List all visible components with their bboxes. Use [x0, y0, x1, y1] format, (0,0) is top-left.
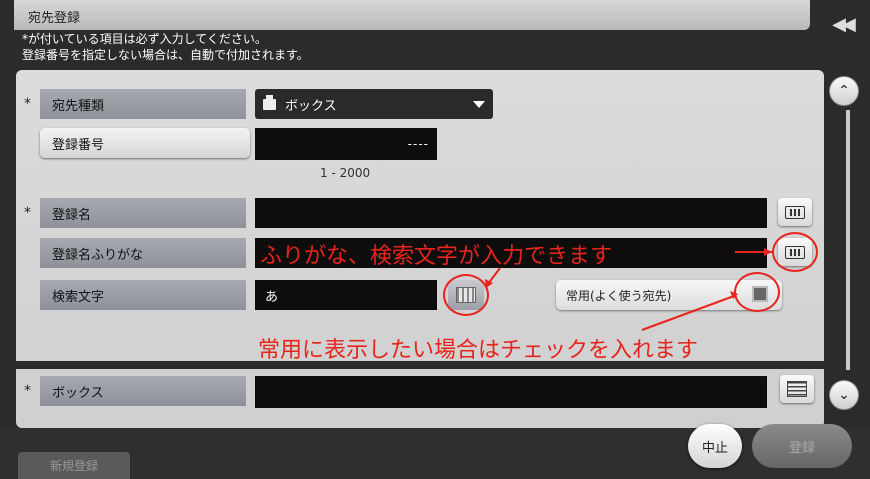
- frequent-label: 常用(よく使う宛先): [566, 288, 672, 303]
- scroll-down-button[interactable]: ⌄: [829, 380, 859, 410]
- registration-number-value: ----: [407, 137, 429, 151]
- list-icon: [787, 381, 807, 397]
- double-chevron-left-icon: ◀◀: [832, 13, 856, 35]
- instruction-text: *が付いている項目は必ず入力してください。 登録番号を指定しない場合は、自動で付…: [22, 31, 309, 63]
- destination-type-select[interactable]: ボックス: [255, 89, 493, 119]
- dropdown-caret-icon: [473, 101, 485, 108]
- page-title: 宛先登録: [28, 11, 81, 26]
- annotation-circle-keyboard: [772, 232, 818, 272]
- registration-name-keyboard-button[interactable]: [778, 198, 812, 226]
- name-furigana-label: 登録名ふりがな: [40, 238, 246, 268]
- required-mark: *: [24, 383, 31, 399]
- scrollbar-track[interactable]: [846, 110, 850, 370]
- destination-type-value: ボックス: [285, 98, 337, 114]
- search-char-label: 検索文字: [40, 280, 246, 310]
- required-mark: *: [24, 205, 31, 221]
- chevron-up-icon: ⌃: [838, 83, 850, 99]
- cancel-button[interactable]: 中止: [688, 424, 742, 468]
- registration-number-field[interactable]: ----: [255, 128, 437, 160]
- chevron-down-icon: ⌄: [838, 387, 850, 403]
- scroll-up-button[interactable]: ⌃: [829, 76, 859, 106]
- title-bar: 宛先登録: [14, 0, 810, 30]
- new-registration-tab[interactable]: 新規登録: [18, 452, 130, 479]
- instruction-line-1: *が付いている項目は必ず入力してください。: [22, 32, 267, 46]
- search-char-field[interactable]: あ: [255, 280, 437, 310]
- address-registration-screen: 宛先登録 *が付いている項目は必ず入力してください。 登録番号を指定しない場合は…: [0, 0, 870, 479]
- registration-name-field[interactable]: [255, 198, 767, 228]
- printer-icon: [263, 94, 276, 110]
- destination-type-label: 宛先種類: [40, 89, 246, 119]
- keyboard-icon: [785, 205, 805, 219]
- register-button[interactable]: 登録: [752, 424, 852, 468]
- registration-number-range: 1 - 2000: [320, 166, 371, 180]
- required-mark: *: [24, 96, 31, 112]
- collapse-button[interactable]: ◀◀: [820, 6, 864, 42]
- furigana-annotation: ふりがな、検索文字が入力できます: [260, 244, 613, 269]
- registration-name-label: 登録名: [40, 198, 246, 228]
- box-label: ボックス: [40, 376, 246, 406]
- registration-number-button[interactable]: 登録番号: [40, 128, 250, 158]
- box-field[interactable]: [255, 376, 767, 408]
- annotation-circle-keypad: [443, 274, 489, 316]
- frequent-annotation: 常用に表示したい場合はチェックを入れます: [258, 338, 699, 363]
- instruction-line-2: 登録番号を指定しない場合は、自動で付加されます。: [22, 48, 309, 62]
- annotation-circle-checkbox: [734, 272, 780, 312]
- box-list-button[interactable]: [780, 375, 814, 403]
